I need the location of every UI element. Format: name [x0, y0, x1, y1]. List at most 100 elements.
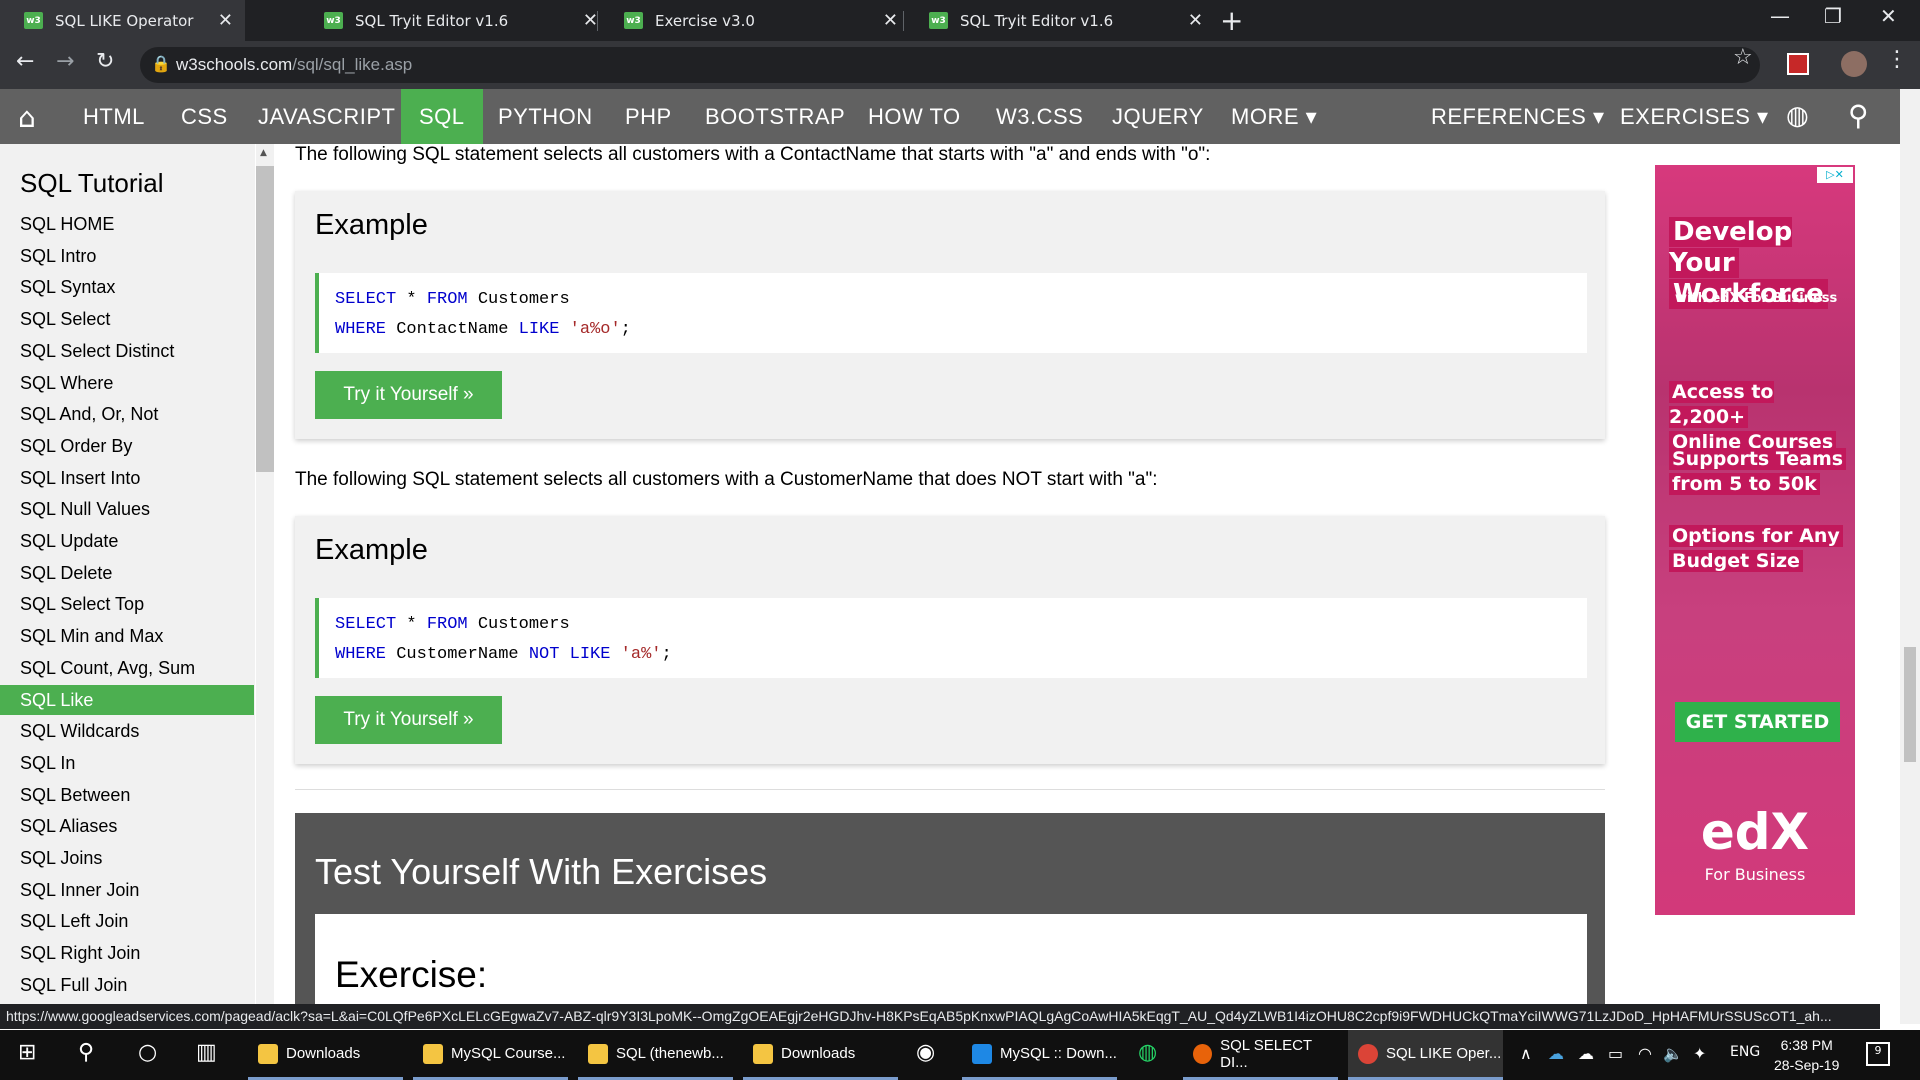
nav-bootstrap[interactable]: BOOTSTRAP — [705, 89, 845, 144]
scroll-up-icon[interactable]: ▲ — [260, 148, 267, 158]
sidebar-item-sql-null-values[interactable]: SQL Null Values — [0, 494, 254, 524]
nav-sql[interactable]: SQL — [401, 89, 483, 144]
nav-html[interactable]: HTML — [83, 89, 145, 144]
sidebar-item-sql-inner-join[interactable]: SQL Inner Join — [0, 875, 254, 905]
sidebar-item-sql-insert-into[interactable]: SQL Insert Into — [0, 463, 254, 493]
sidebar-item-sql-joins[interactable]: SQL Joins — [0, 843, 254, 873]
volume-icon[interactable]: 🔈 — [1663, 1044, 1683, 1063]
onedrive-icon[interactable]: ☁ — [1548, 1044, 1564, 1063]
new-tab-icon[interactable]: + — [1220, 4, 1243, 37]
taskbar-app-label: SQL (thenewb... — [616, 1045, 724, 1062]
sidebar-item-sql-select[interactable]: SQL Select — [0, 304, 254, 334]
address-bar[interactable]: 🔒 w3schools.com/sql/sql_like.asp — [140, 47, 1760, 83]
globe-icon[interactable]: ◍ — [1786, 101, 1809, 131]
extension-icon[interactable] — [1787, 53, 1809, 75]
code-string: 'a%o' — [569, 320, 621, 339]
language-indicator[interactable]: ENG — [1730, 1044, 1760, 1060]
sidebar-item-sql-update[interactable]: SQL Update — [0, 526, 254, 556]
sidebar-item-sql-and-or-not[interactable]: SQL And, Or, Not — [0, 399, 254, 429]
taskbar-app-downloads-2[interactable]: Downloads — [743, 1030, 898, 1080]
notification-icon[interactable]: 9 — [1866, 1042, 1890, 1066]
ad-choices-icon[interactable]: ▷✕ — [1817, 167, 1853, 183]
sidebar-item-sql-delete[interactable]: SQL Delete — [0, 558, 254, 588]
wifi-icon[interactable]: ◠ — [1638, 1044, 1652, 1063]
taskbar-app-mysql-down[interactable]: MySQL :: Down... — [962, 1030, 1117, 1080]
search-icon[interactable]: ⚲ — [78, 1040, 94, 1065]
sidebar-item-sql-count-avg-sum[interactable]: SQL Count, Avg, Sum — [0, 653, 254, 683]
nav-exercises[interactable]: EXERCISES ▾ — [1620, 89, 1769, 144]
taskbar-app-downloads[interactable]: Downloads — [248, 1030, 403, 1080]
close-icon[interactable]: ✕ — [583, 10, 598, 31]
sidebar-scrollbar[interactable]: ▲ — [256, 144, 274, 1012]
battery-icon[interactable]: ▭ — [1608, 1044, 1623, 1063]
taskbar-app-mysql-course[interactable]: MySQL Course... — [413, 1030, 568, 1080]
sidebar-item-sql-aliases[interactable]: SQL Aliases — [0, 811, 254, 841]
sidebar-item-sql-full-join[interactable]: SQL Full Join — [0, 970, 254, 1000]
taskbar-app-sql-thenewb[interactable]: SQL (thenewb... — [578, 1030, 733, 1080]
whatsapp-icon[interactable]: ◍ — [1138, 1040, 1157, 1065]
page-scrollbar-thumb[interactable] — [1904, 647, 1916, 762]
nav-javascript[interactable]: JAVASCRIPT — [258, 89, 395, 144]
search-icon[interactable]: ⚲ — [1848, 99, 1869, 132]
nav-more[interactable]: MORE ▾ — [1231, 89, 1317, 144]
reload-icon[interactable]: ↻ — [96, 49, 114, 74]
sidebar-item-sql-wildcards[interactable]: SQL Wildcards — [0, 716, 254, 746]
bookmark-star-icon[interactable]: ☆ — [1733, 45, 1753, 70]
minimize-icon[interactable]: — — [1770, 4, 1790, 28]
cortana-icon[interactable]: ○ — [138, 1040, 157, 1065]
sidebar-item-sql-left-join[interactable]: SQL Left Join — [0, 906, 254, 936]
edx-advertisement[interactable]: ▷✕ Develop Your Workforce with edX For B… — [1655, 165, 1855, 915]
close-window-icon[interactable]: ✕ — [1880, 4, 1897, 28]
sidebar-item-sql-syntax[interactable]: SQL Syntax — [0, 272, 254, 302]
media-player-icon[interactable]: ◉ — [916, 1040, 935, 1065]
nav-python[interactable]: PYTHON — [498, 89, 593, 144]
dropbox-icon[interactable]: ✦ — [1693, 1044, 1706, 1063]
try-it-yourself-button[interactable]: Try it Yourself » — [315, 371, 502, 419]
sidebar-item-sql-like[interactable]: SQL Like — [0, 684, 254, 715]
sidebar-item-sql-select-distinct[interactable]: SQL Select Distinct — [0, 336, 254, 366]
browser-tab-1[interactable]: w3 SQL LIKE Operator ✕ — [0, 0, 245, 41]
nav-references[interactable]: REFERENCES ▾ — [1431, 89, 1605, 144]
close-icon[interactable]: ✕ — [883, 10, 898, 31]
profile-avatar[interactable] — [1841, 51, 1867, 77]
sidebar-item-sql-select-top[interactable]: SQL Select Top — [0, 589, 254, 619]
clock[interactable]: 6:38 PM 28-Sep-19 — [1774, 1035, 1839, 1075]
task-view-icon[interactable]: ▥ — [196, 1040, 217, 1065]
nav-how-to[interactable]: HOW TO — [868, 89, 961, 144]
sidebar-item-sql-home[interactable]: SQL HOME — [0, 209, 254, 239]
taskbar-app-sql-select[interactable]: SQL SELECT DI... — [1183, 1030, 1338, 1080]
sidebar-item-sql-between[interactable]: SQL Between — [0, 780, 254, 810]
page-scrollbar[interactable] — [1900, 89, 1920, 1024]
cloud-icon[interactable]: ☁ — [1578, 1044, 1594, 1063]
sidebar-item-sql-where[interactable]: SQL Where — [0, 368, 254, 398]
browser-tab-3[interactable]: w3 Exercise v3.0 ✕ — [600, 0, 900, 41]
sidebar-item-sql-intro[interactable]: SQL Intro — [0, 241, 254, 271]
windows-start-icon[interactable]: ⊞ — [18, 1040, 36, 1065]
ad-get-started-button[interactable]: GET STARTED — [1675, 702, 1840, 742]
sidebar-item-sql-order-by[interactable]: SQL Order By — [0, 431, 254, 461]
close-icon[interactable]: ✕ — [218, 10, 233, 31]
code-keyword: FROM — [426, 615, 468, 634]
home-icon[interactable]: ⌂ — [18, 101, 36, 134]
sidebar-item-sql-right-join[interactable]: SQL Right Join — [0, 938, 254, 968]
browser-tab-2[interactable]: w3 SQL Tryit Editor v1.6 ✕ — [300, 0, 600, 41]
sidebar-item-sql-min-and-max[interactable]: SQL Min and Max — [0, 621, 254, 651]
browser-toolbar: ← → ↻ 🔒 w3schools.com/sql/sql_like.asp ☆… — [0, 41, 1920, 89]
menu-kebab-icon[interactable]: ⋮ — [1886, 47, 1908, 72]
tray-chevron-icon[interactable]: ∧ — [1520, 1044, 1532, 1063]
browser-tab-4[interactable]: w3 SQL Tryit Editor v1.6 ✕ — [905, 0, 1205, 41]
back-icon[interactable]: ← — [16, 49, 34, 74]
taskbar-app-sql-like[interactable]: SQL LIKE Oper... — [1348, 1030, 1503, 1080]
forward-icon[interactable]: → — [56, 49, 74, 74]
ad-feature-text: Access to 2,200+ — [1669, 381, 1774, 428]
nav-jquery[interactable]: JQUERY — [1112, 89, 1204, 144]
sidebar-item-sql-in[interactable]: SQL In — [0, 748, 254, 778]
nav-php[interactable]: PHP — [625, 89, 672, 144]
close-icon[interactable]: ✕ — [1188, 10, 1203, 31]
maximize-icon[interactable]: ❐ — [1824, 4, 1842, 28]
nav-w3css[interactable]: W3.CSS — [996, 89, 1083, 144]
try-it-yourself-button[interactable]: Try it Yourself » — [315, 696, 502, 744]
example-box-1: Example SELECT * FROM Customers WHERE Co… — [295, 191, 1605, 439]
sidebar-scrollbar-thumb[interactable] — [256, 166, 274, 472]
nav-css[interactable]: CSS — [181, 89, 228, 144]
